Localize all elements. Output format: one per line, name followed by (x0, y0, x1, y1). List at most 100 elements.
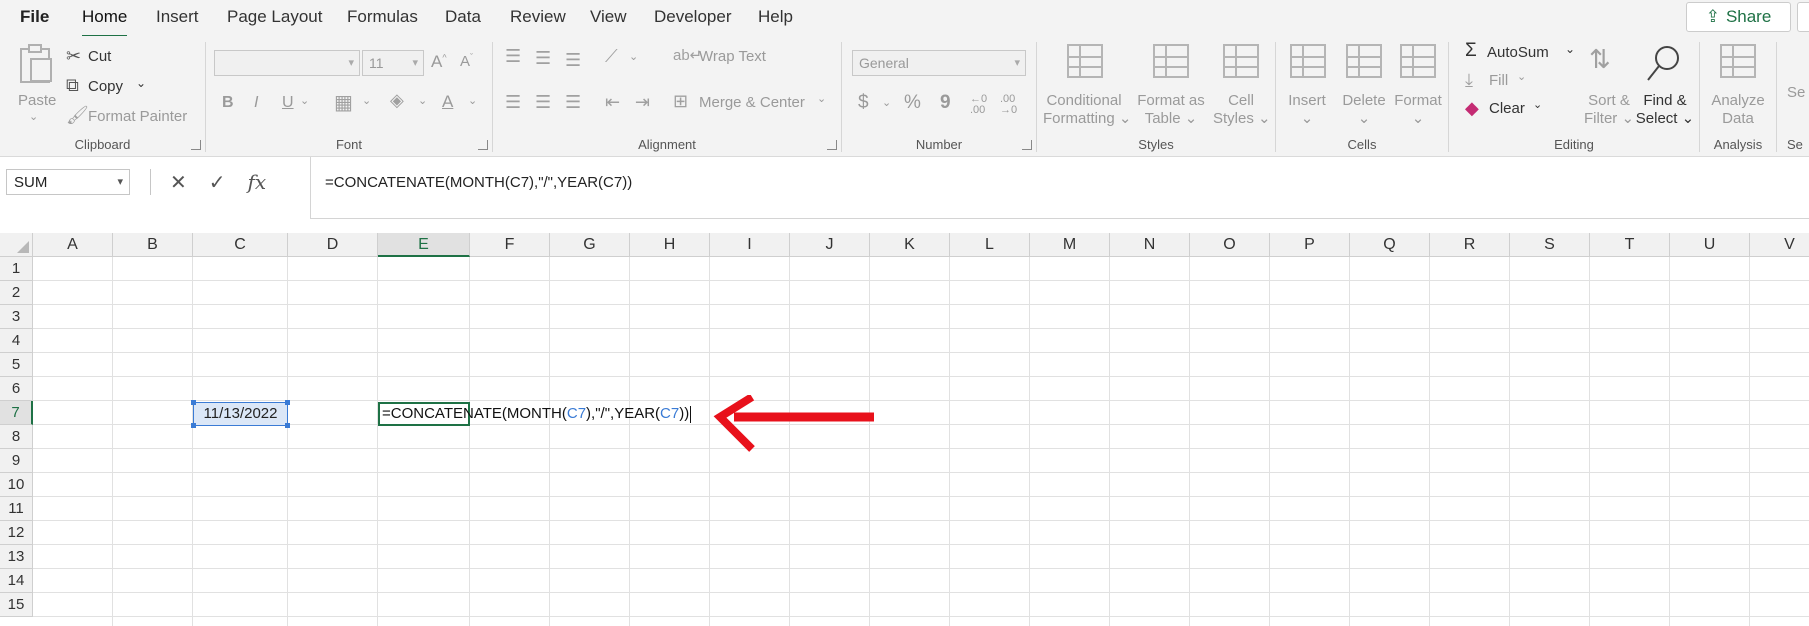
align-bottom-icon[interactable]: ☰ (565, 50, 581, 71)
row-header-12[interactable]: 12 (0, 521, 33, 545)
row-header-7[interactable]: 7 (0, 401, 33, 425)
conditional-formatting-button[interactable]: Conditional Formatting ⌄ (1043, 44, 1131, 127)
row-header-10[interactable]: 10 (0, 473, 33, 497)
name-box[interactable]: SUM ▾ (6, 169, 130, 195)
cancel-icon[interactable]: ✕ (170, 170, 187, 195)
column-header-p[interactable]: P (1270, 233, 1350, 257)
align-left-icon[interactable]: ☰ (505, 92, 521, 113)
row-header-15[interactable]: 15 (0, 593, 33, 617)
column-header-v[interactable]: V (1750, 233, 1809, 257)
column-header-a[interactable]: A (33, 233, 113, 257)
percent-format-icon[interactable]: % (904, 92, 921, 114)
dialog-launcher-icon[interactable] (1022, 140, 1032, 150)
selection-handle[interactable] (191, 400, 196, 405)
align-center-icon[interactable]: ☰ (535, 92, 551, 113)
paste-button[interactable]: Paste ⌄ (14, 44, 58, 126)
tab-data[interactable]: Data (445, 7, 481, 27)
tab-file[interactable]: File (20, 7, 49, 27)
tab-developer[interactable]: Developer (654, 7, 732, 27)
row-header-1[interactable]: 1 (0, 257, 33, 281)
column-header-l[interactable]: L (950, 233, 1030, 257)
column-header-n[interactable]: N (1110, 233, 1190, 257)
cell-styles-button[interactable]: Cell Styles ⌄ (1213, 44, 1271, 127)
increase-decimal-icon[interactable]: ←0.00 (970, 94, 987, 116)
column-header-k[interactable]: K (870, 233, 950, 257)
analyze-data-button[interactable]: Analyze Data (1706, 44, 1770, 127)
decrease-indent-icon[interactable]: ⇤ (605, 92, 620, 113)
currency-format-icon[interactable]: $ (858, 92, 869, 114)
bold-button[interactable]: B (222, 94, 234, 112)
increase-indent-icon[interactable]: ⇥ (635, 92, 650, 113)
cell-area[interactable] (33, 257, 1809, 626)
font-color-icon[interactable]: A (442, 92, 453, 112)
dialog-launcher-icon[interactable] (827, 140, 837, 150)
sort-filter-button[interactable]: ⇅ Sort & Filter ⌄ (1581, 44, 1637, 127)
align-right-icon[interactable]: ☰ (565, 92, 581, 113)
row-header-13[interactable]: 13 (0, 545, 33, 569)
column-header-i[interactable]: I (710, 233, 790, 257)
column-header-d[interactable]: D (288, 233, 378, 257)
column-header-m[interactable]: M (1030, 233, 1110, 257)
decrease-decimal-icon[interactable]: .00 →0 (1000, 94, 1017, 116)
find-select-button[interactable]: Find & Select ⌄ (1635, 44, 1695, 127)
fill-color-icon[interactable]: ◈ (390, 90, 404, 111)
tab-page-layout[interactable]: Page Layout (227, 7, 322, 27)
row-header-11[interactable]: 11 (0, 497, 33, 521)
italic-button[interactable]: I (254, 94, 258, 112)
format-cells-button[interactable]: Format ⌄ (1390, 44, 1446, 127)
column-header-h[interactable]: H (630, 233, 710, 257)
tab-home[interactable]: Home (82, 7, 128, 38)
decrease-font-size-icon[interactable]: Aˇ (460, 52, 473, 70)
row-header-2[interactable]: 2 (0, 281, 33, 305)
enter-check-icon[interactable]: ✓ (209, 170, 226, 195)
number-format-select[interactable]: General ▾ (852, 50, 1026, 76)
row-header-5[interactable]: 5 (0, 353, 33, 377)
cell-e7-edit-text[interactable]: =CONCATENATE(MONTH(C7),"/",YEAR(C7)) (382, 402, 692, 426)
underline-button[interactable]: U (282, 94, 294, 112)
font-size-select[interactable]: 11 ▾ (362, 50, 424, 76)
insert-cells-button[interactable]: Insert ⌄ (1280, 44, 1334, 127)
select-all-button[interactable] (0, 233, 33, 257)
borders-icon[interactable]: ▦ (334, 90, 353, 115)
selection-handle[interactable] (191, 423, 196, 428)
cell-c7[interactable]: 11/13/2022 (191, 400, 290, 428)
row-header-9[interactable]: 9 (0, 449, 33, 473)
share-button[interactable]: ⇪ Share (1686, 2, 1791, 32)
column-header-s[interactable]: S (1510, 233, 1590, 257)
row-header-3[interactable]: 3 (0, 305, 33, 329)
increase-font-size-icon[interactable]: A^ (431, 52, 447, 72)
formula-input[interactable]: =CONCATENATE(MONTH(C7),"/",YEAR(C7)) (310, 157, 1809, 219)
tab-help[interactable]: Help (758, 7, 793, 27)
row-header-4[interactable]: 4 (0, 329, 33, 353)
column-header-g[interactable]: G (550, 233, 630, 257)
column-header-t[interactable]: T (1590, 233, 1670, 257)
column-header-e[interactable]: E (378, 233, 470, 257)
comma-style-icon[interactable]: 9 (940, 92, 951, 114)
dialog-launcher-icon[interactable] (478, 140, 488, 150)
align-middle-icon[interactable]: ☰ (535, 48, 551, 69)
column-header-b[interactable]: B (113, 233, 193, 257)
tab-view[interactable]: View (590, 7, 627, 27)
tab-review[interactable]: Review (510, 7, 566, 27)
column-header-j[interactable]: J (790, 233, 870, 257)
delete-cells-button[interactable]: Delete ⌄ (1336, 44, 1392, 127)
row-header-14[interactable]: 14 (0, 569, 33, 593)
align-top-icon[interactable]: ☰ (505, 46, 521, 67)
column-header-f[interactable]: F (470, 233, 550, 257)
tab-formulas[interactable]: Formulas (347, 7, 418, 27)
column-header-c[interactable]: C (193, 233, 288, 257)
font-name-select[interactable]: ▾ (214, 50, 360, 76)
row-header-6[interactable]: 6 (0, 377, 33, 401)
insert-function-icon[interactable]: fx (248, 170, 267, 194)
column-header-q[interactable]: Q (1350, 233, 1430, 257)
row-header-8[interactable]: 8 (0, 425, 33, 449)
selection-handle[interactable] (285, 400, 290, 405)
tab-insert[interactable]: Insert (156, 7, 199, 27)
column-header-u[interactable]: U (1670, 233, 1750, 257)
sensitivity-button[interactable]: Se (1787, 84, 1805, 101)
dialog-launcher-icon[interactable] (191, 140, 201, 150)
comments-button[interactable] (1797, 2, 1809, 32)
column-header-o[interactable]: O (1190, 233, 1270, 257)
format-as-table-button[interactable]: Format as Table ⌄ (1133, 44, 1209, 127)
orientation-icon[interactable]: ⟋ (605, 46, 618, 67)
